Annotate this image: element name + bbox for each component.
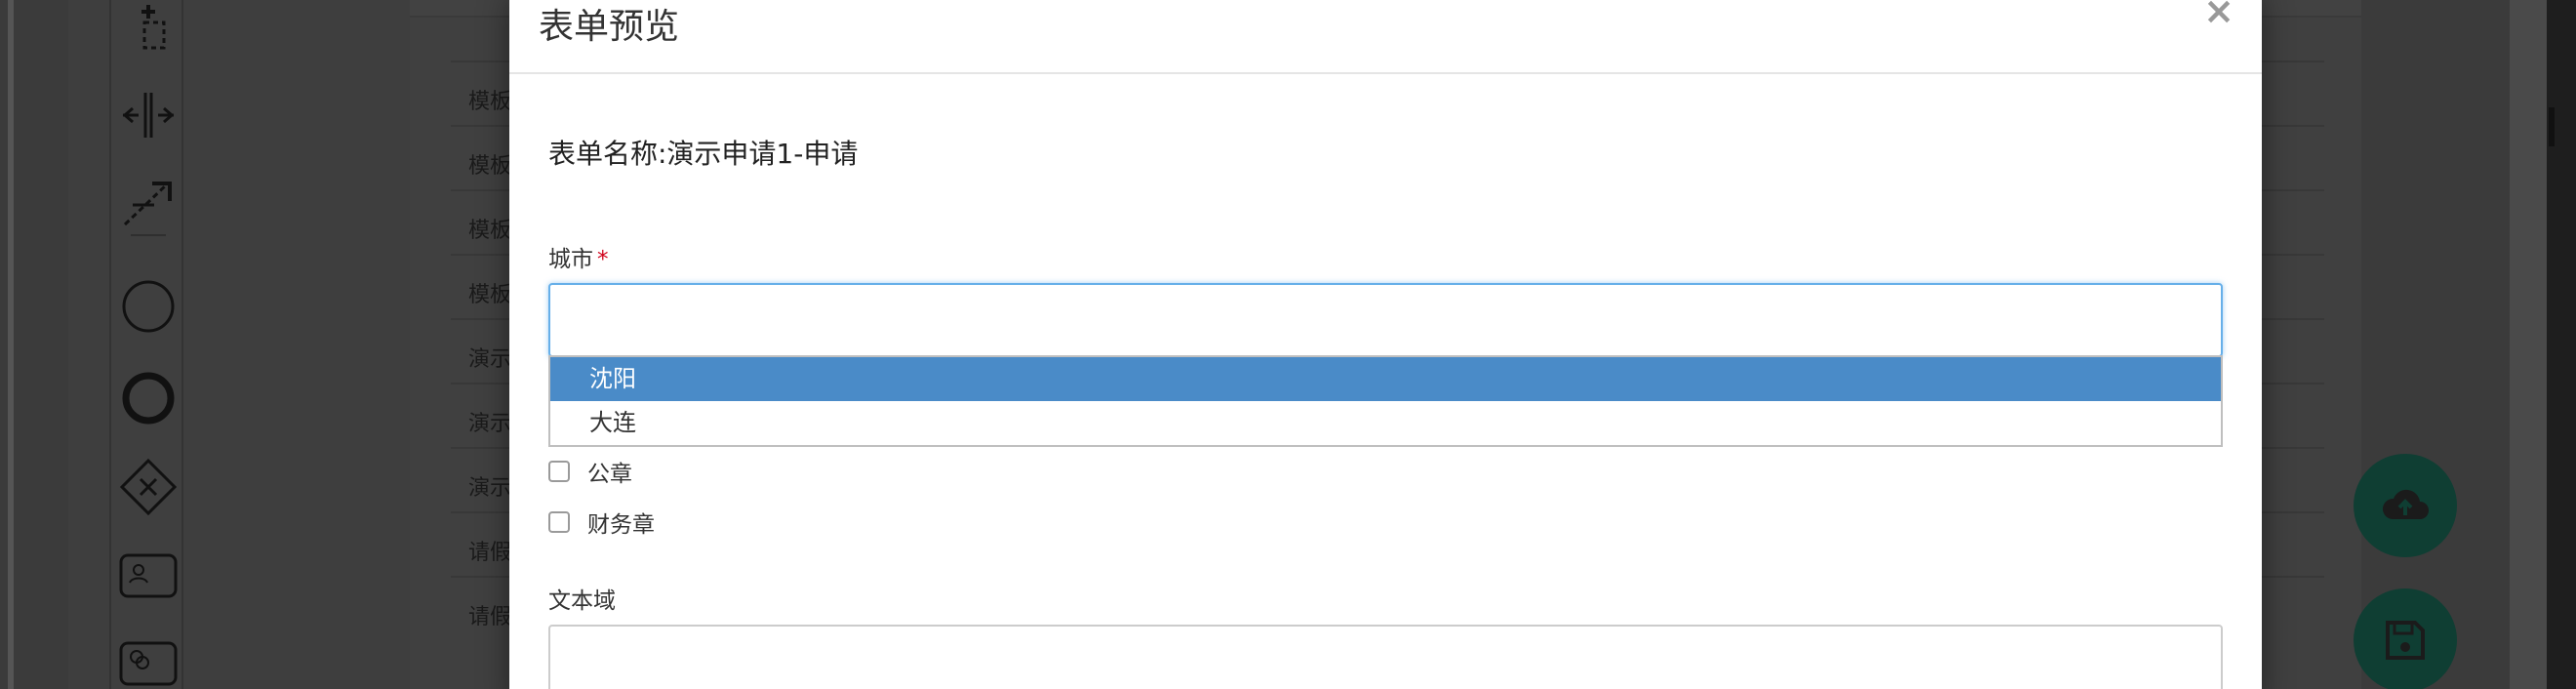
modeler-canvas bbox=[68, 0, 410, 689]
end-event-icon[interactable] bbox=[111, 369, 185, 427]
textarea-field[interactable] bbox=[548, 625, 2223, 689]
city-field-label: 城市 * bbox=[548, 240, 609, 273]
gateway-icon[interactable] bbox=[111, 457, 185, 517]
required-mark: * bbox=[597, 247, 609, 272]
close-icon[interactable]: × bbox=[2203, 0, 2234, 29]
palette-divider bbox=[131, 234, 166, 236]
textarea-label: 文本域 bbox=[548, 588, 616, 614]
list-item-label: 模板 bbox=[468, 90, 512, 114]
window-edge bbox=[2547, 0, 2576, 689]
checkbox-official-seal[interactable]: 公章 bbox=[548, 455, 632, 488]
service-task-icon[interactable] bbox=[111, 634, 185, 689]
city-select-input[interactable] bbox=[548, 283, 2223, 357]
dialog-header: 表单预览 × bbox=[509, 0, 2262, 74]
backdrop-left bbox=[0, 0, 68, 689]
checkbox-box[interactable] bbox=[548, 461, 570, 482]
list-item-label: 请假 bbox=[468, 605, 512, 629]
connect-icon[interactable] bbox=[111, 174, 185, 232]
city-dropdown: 沈阳 大连 bbox=[548, 355, 2223, 447]
list-item-label: 请假 bbox=[468, 541, 512, 565]
checkbox-label: 公章 bbox=[587, 462, 632, 487]
dialog-title: 表单预览 bbox=[539, 7, 680, 47]
city-label-text: 城市 bbox=[548, 247, 593, 272]
scrollbar-thumb[interactable] bbox=[2549, 107, 2555, 146]
list-item-label: 演示 bbox=[468, 347, 512, 372]
form-name-heading: 表单名称:演示申请1-申请 bbox=[548, 138, 859, 170]
start-event-icon[interactable] bbox=[111, 277, 185, 336]
list-item-label: 演示 bbox=[468, 476, 512, 501]
upload-button[interactable] bbox=[2354, 454, 2457, 557]
list-item-label: 模板 bbox=[468, 283, 512, 307]
list-item-label: 模板 bbox=[468, 154, 512, 179]
form-preview-dialog: 表单预览 × 表单名称:演示申请1-申请 城市 * 沈阳 大连 公章 财务章 文本… bbox=[509, 0, 2262, 689]
city-option[interactable]: 大连 bbox=[550, 401, 2221, 445]
user-task-icon[interactable] bbox=[111, 547, 185, 605]
backdrop-right bbox=[2361, 0, 2576, 689]
window-edge bbox=[8, 0, 14, 689]
city-option[interactable]: 沈阳 bbox=[550, 357, 2221, 401]
tool-palette bbox=[109, 0, 183, 689]
space-icon[interactable] bbox=[111, 86, 185, 144]
list-item-label: 演示 bbox=[468, 412, 512, 436]
select-icon[interactable] bbox=[111, 0, 185, 59]
cloud-upload-icon bbox=[2382, 489, 2429, 519]
save-icon bbox=[2386, 621, 2425, 660]
checkbox-box[interactable] bbox=[548, 511, 570, 533]
checkbox-label: 财务章 bbox=[587, 512, 655, 538]
checkbox-finance-seal[interactable]: 财务章 bbox=[548, 506, 655, 539]
list-item-label: 模板 bbox=[468, 219, 512, 243]
save-button[interactable] bbox=[2354, 588, 2457, 689]
